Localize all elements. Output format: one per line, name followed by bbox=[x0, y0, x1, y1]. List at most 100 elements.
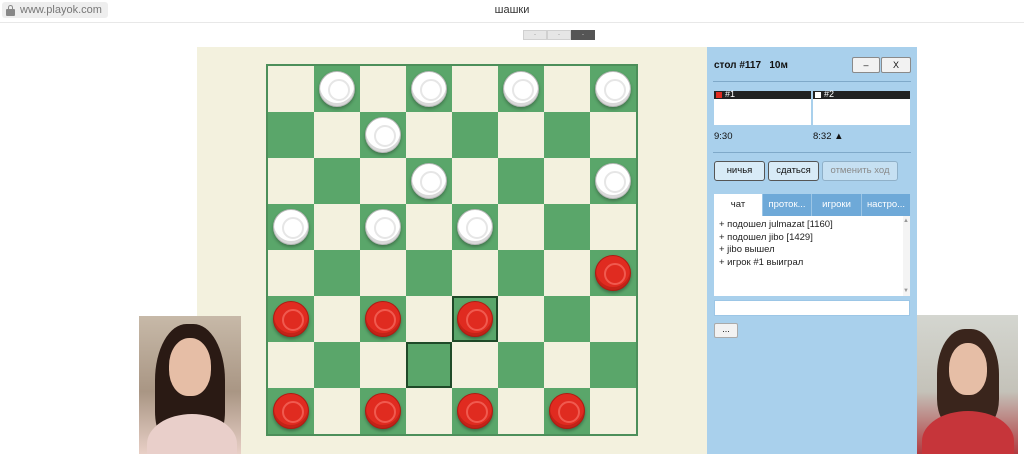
white-checker-piece[interactable] bbox=[457, 209, 493, 245]
more-button[interactable]: ... bbox=[714, 323, 738, 338]
white-checker-piece[interactable] bbox=[365, 117, 401, 153]
board-square[interactable] bbox=[360, 296, 406, 342]
board-square[interactable] bbox=[544, 296, 590, 342]
board-square[interactable] bbox=[544, 342, 590, 388]
board-square[interactable] bbox=[406, 296, 452, 342]
chat-log[interactable]: + подошел julmazat [1160] + подошел jibo… bbox=[714, 216, 910, 296]
board-square[interactable] bbox=[360, 342, 406, 388]
draw-button[interactable]: ничья bbox=[714, 161, 765, 181]
board-square[interactable] bbox=[590, 250, 636, 296]
board-square[interactable] bbox=[314, 158, 360, 204]
board-square[interactable] bbox=[498, 158, 544, 204]
tab-players[interactable]: игроки bbox=[812, 194, 862, 216]
tab-settings[interactable]: настро... bbox=[862, 194, 910, 216]
chat-input[interactable] bbox=[714, 300, 910, 316]
tab-protocol[interactable]: проток... bbox=[763, 194, 812, 216]
board-square[interactable] bbox=[314, 250, 360, 296]
resign-button[interactable]: сдаться bbox=[768, 161, 819, 181]
board-square[interactable] bbox=[268, 158, 314, 204]
board-square[interactable] bbox=[360, 112, 406, 158]
board-square[interactable] bbox=[498, 112, 544, 158]
red-checker-piece[interactable] bbox=[365, 301, 401, 337]
board-square[interactable] bbox=[590, 296, 636, 342]
board-square[interactable] bbox=[590, 342, 636, 388]
board-square[interactable] bbox=[590, 66, 636, 112]
board-square[interactable] bbox=[544, 250, 590, 296]
board-square[interactable] bbox=[406, 342, 452, 388]
board-square[interactable] bbox=[498, 296, 544, 342]
board-square[interactable] bbox=[590, 388, 636, 434]
close-button[interactable]: X bbox=[881, 57, 911, 73]
board-square[interactable] bbox=[498, 66, 544, 112]
white-checker-piece[interactable] bbox=[319, 71, 355, 107]
mini-nav-button-1[interactable]: - bbox=[523, 30, 547, 40]
undo-move-button[interactable]: отменить ход bbox=[822, 161, 898, 181]
board-square[interactable] bbox=[452, 342, 498, 388]
board-square[interactable] bbox=[452, 112, 498, 158]
red-checker-piece[interactable] bbox=[273, 393, 309, 429]
board-square[interactable] bbox=[314, 112, 360, 158]
board-square[interactable] bbox=[590, 158, 636, 204]
chat-scrollbar[interactable]: ▲ ▼ bbox=[903, 216, 910, 296]
white-checker-piece[interactable] bbox=[411, 71, 447, 107]
board-square[interactable] bbox=[452, 204, 498, 250]
white-checker-piece[interactable] bbox=[595, 71, 631, 107]
white-checker-piece[interactable] bbox=[595, 163, 631, 199]
board-square[interactable] bbox=[268, 250, 314, 296]
board-square[interactable] bbox=[314, 388, 360, 434]
board-square[interactable] bbox=[406, 388, 452, 434]
board-square[interactable] bbox=[268, 66, 314, 112]
checkers-board[interactable] bbox=[266, 64, 638, 436]
board-square[interactable] bbox=[498, 342, 544, 388]
board-square[interactable] bbox=[406, 250, 452, 296]
scroll-up-icon[interactable]: ▲ bbox=[903, 218, 909, 224]
board-square[interactable] bbox=[544, 66, 590, 112]
board-square[interactable] bbox=[268, 342, 314, 388]
player-2-box[interactable]: #2 bbox=[813, 90, 910, 125]
board-square[interactable] bbox=[360, 204, 406, 250]
board-square[interactable] bbox=[268, 388, 314, 434]
board-square[interactable] bbox=[314, 204, 360, 250]
white-checker-piece[interactable] bbox=[503, 71, 539, 107]
board-square[interactable] bbox=[544, 204, 590, 250]
board-square[interactable] bbox=[498, 204, 544, 250]
mini-nav-button-2[interactable]: - bbox=[547, 30, 571, 40]
board-square[interactable] bbox=[498, 388, 544, 434]
board-square[interactable] bbox=[544, 158, 590, 204]
board-square[interactable] bbox=[360, 66, 406, 112]
board-square[interactable] bbox=[360, 250, 406, 296]
board-square[interactable] bbox=[498, 250, 544, 296]
board-square[interactable] bbox=[452, 250, 498, 296]
board-square[interactable] bbox=[406, 112, 452, 158]
red-checker-piece[interactable] bbox=[457, 393, 493, 429]
red-checker-piece[interactable] bbox=[457, 301, 493, 337]
board-square[interactable] bbox=[452, 66, 498, 112]
mini-nav-button-3[interactable]: - bbox=[571, 30, 595, 40]
white-checker-piece[interactable] bbox=[365, 209, 401, 245]
board-square[interactable] bbox=[590, 204, 636, 250]
board-square[interactable] bbox=[544, 112, 590, 158]
tab-chat[interactable]: чат bbox=[714, 194, 763, 216]
board-square[interactable] bbox=[268, 204, 314, 250]
board-square[interactable] bbox=[452, 296, 498, 342]
red-checker-piece[interactable] bbox=[273, 301, 309, 337]
board-square[interactable] bbox=[268, 112, 314, 158]
board-square[interactable] bbox=[268, 296, 314, 342]
board-square[interactable] bbox=[314, 296, 360, 342]
scroll-down-icon[interactable]: ▼ bbox=[903, 288, 909, 294]
board-square[interactable] bbox=[452, 158, 498, 204]
minimize-button[interactable]: – bbox=[852, 57, 880, 73]
board-square[interactable] bbox=[406, 204, 452, 250]
white-checker-piece[interactable] bbox=[411, 163, 447, 199]
red-checker-piece[interactable] bbox=[549, 393, 585, 429]
board-square[interactable] bbox=[406, 66, 452, 112]
board-square[interactable] bbox=[406, 158, 452, 204]
player-1-box[interactable]: #1 bbox=[714, 90, 811, 125]
board-square[interactable] bbox=[360, 388, 406, 434]
red-checker-piece[interactable] bbox=[365, 393, 401, 429]
red-checker-piece[interactable] bbox=[595, 255, 631, 291]
white-checker-piece[interactable] bbox=[273, 209, 309, 245]
board-square[interactable] bbox=[452, 388, 498, 434]
board-square[interactable] bbox=[314, 66, 360, 112]
board-square[interactable] bbox=[360, 158, 406, 204]
